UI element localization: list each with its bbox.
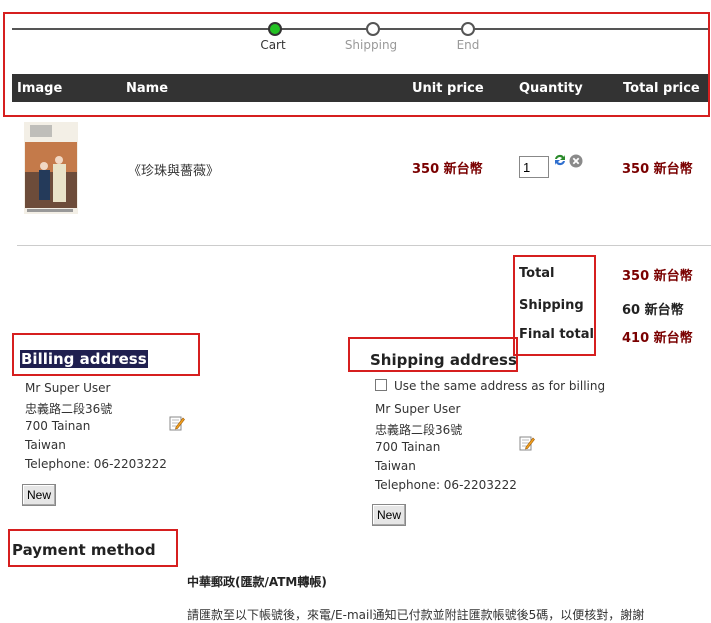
total-price: 350 新台幣	[622, 162, 693, 177]
edit-billing-icon[interactable]	[169, 415, 185, 431]
unit-price: 350 新台幣	[412, 162, 483, 177]
shipping-line-2: 忠義路二段36號	[375, 423, 463, 437]
billing-line-2: 忠義路二段36號	[25, 402, 113, 416]
annotation-box-billing	[12, 333, 200, 376]
total-value: 350 新台幣	[622, 269, 693, 284]
billing-line-1: Mr Super User	[25, 381, 111, 395]
billing-line-3: 700 Tainan	[25, 419, 91, 433]
billing-line-5: Telephone: 06-2203222	[25, 457, 167, 471]
remove-icon[interactable]	[569, 154, 583, 168]
same-as-billing-checkbox[interactable]	[375, 379, 387, 391]
divider	[17, 245, 711, 246]
edit-shipping-icon[interactable]	[519, 435, 535, 451]
final-total-value: 410 新台幣	[622, 331, 693, 346]
shipping-line-4: Taiwan	[375, 459, 416, 473]
product-thumbnail[interactable]	[24, 122, 78, 214]
shipping-line-1: Mr Super User	[375, 402, 461, 416]
shipping-line-3: 700 Tainan	[375, 440, 441, 454]
shipping-value: 60 新台幣	[622, 303, 684, 318]
same-as-billing-label[interactable]: Use the same address as for billing	[394, 379, 605, 393]
annotation-box-totals	[513, 255, 596, 356]
product-name[interactable]: 《珍珠與薔薇》	[128, 160, 219, 179]
payment-option-title[interactable]: 中華郵政(匯款/ATM轉帳)	[187, 573, 327, 590]
shipping-line-5: Telephone: 06-2203222	[375, 478, 517, 492]
refresh-icon[interactable]	[553, 153, 567, 167]
billing-new-button[interactable]: New	[22, 484, 57, 506]
payment-option-description: 請匯款至以下帳號後，來電/E-mail通知已付款並附註匯款帳號後5碼，以便核對，…	[187, 608, 645, 622]
annotation-box-top	[3, 12, 710, 117]
billing-line-4: Taiwan	[25, 438, 66, 452]
annotation-box-payment	[8, 529, 178, 567]
quantity-input[interactable]	[519, 156, 549, 178]
shipping-new-button[interactable]: New	[372, 504, 407, 526]
annotation-box-shipping	[348, 337, 518, 372]
